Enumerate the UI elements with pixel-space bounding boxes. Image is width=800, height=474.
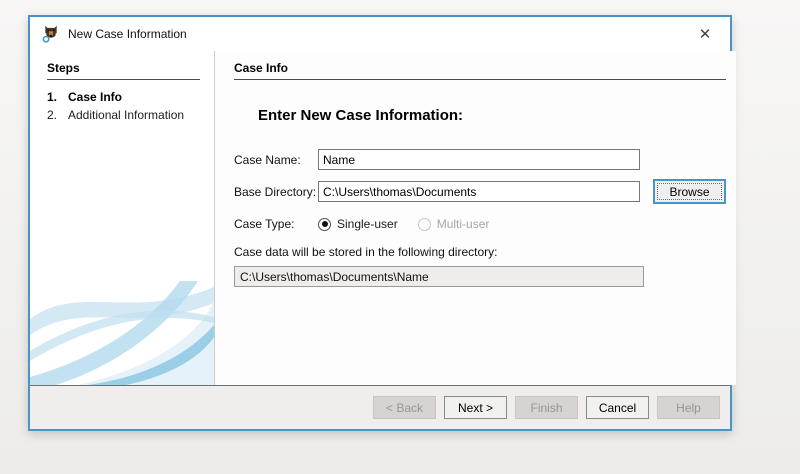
content-panel: Case Info Enter New Case Information: Ca… [215,51,736,385]
window-title: New Case Information [68,27,187,41]
cancel-button[interactable]: Cancel [586,396,649,419]
steps-list: 1. Case Info 2. Additional Information [47,90,200,123]
storage-path-field: C:\Users\thomas\Documents\Name [234,266,644,287]
step-label: Case Info [68,90,123,104]
wizard-body: Steps 1. Case Info 2. Additional Informa… [30,51,736,385]
case-type-options: Single-user Multi-user [318,217,503,231]
case-type-label: Case Type: [234,217,295,231]
close-icon[interactable]: ✕ [694,23,716,45]
wizard-button-bar: < Back Next > Finish Cancel Help [30,385,730,429]
case-name-row: Case Name: [234,149,726,170]
watermark-swoosh-graphic [30,281,214,385]
step-number: 2. [47,108,58,122]
finish-button: Finish [515,396,578,419]
content-header: Case Info [234,61,726,80]
browse-button[interactable]: Browse [653,179,726,204]
page-title: Enter New Case Information: [258,107,464,124]
next-button[interactable]: Next > [444,396,507,419]
steps-header: Steps [47,61,200,80]
case-name-label: Case Name: [234,152,301,167]
base-directory-row: Base Directory: Browse [234,179,726,204]
single-user-radio[interactable] [318,217,331,231]
case-type-row: Case Type: Single-user Multi-user [234,217,726,231]
back-button: < Back [373,396,436,419]
case-name-input[interactable] [318,149,640,170]
step-number: 1. [47,90,58,104]
steps-panel: Steps 1. Case Info 2. Additional Informa… [30,51,215,385]
multi-user-radio [417,217,431,231]
step-item-case-info[interactable]: 1. Case Info [47,90,200,105]
new-case-dialog: New Case Information ✕ Steps 1. Case Inf… [28,15,736,431]
title-bar: New Case Information ✕ [30,17,730,51]
step-label: Additional Information [68,108,185,122]
storage-note: Case data will be stored in the followin… [234,245,498,259]
step-item-additional-information[interactable]: 2. Additional Information [47,108,200,123]
autopsy-dog-icon [42,25,57,43]
single-user-label: Single-user [337,217,398,231]
multi-user-label: Multi-user [436,217,490,231]
base-directory-input[interactable] [318,181,640,202]
case-info-form: Case Name: Base Directory: Browse Case T… [234,149,726,287]
help-button: Help [657,396,720,419]
base-directory-label: Base Directory: [234,184,317,199]
